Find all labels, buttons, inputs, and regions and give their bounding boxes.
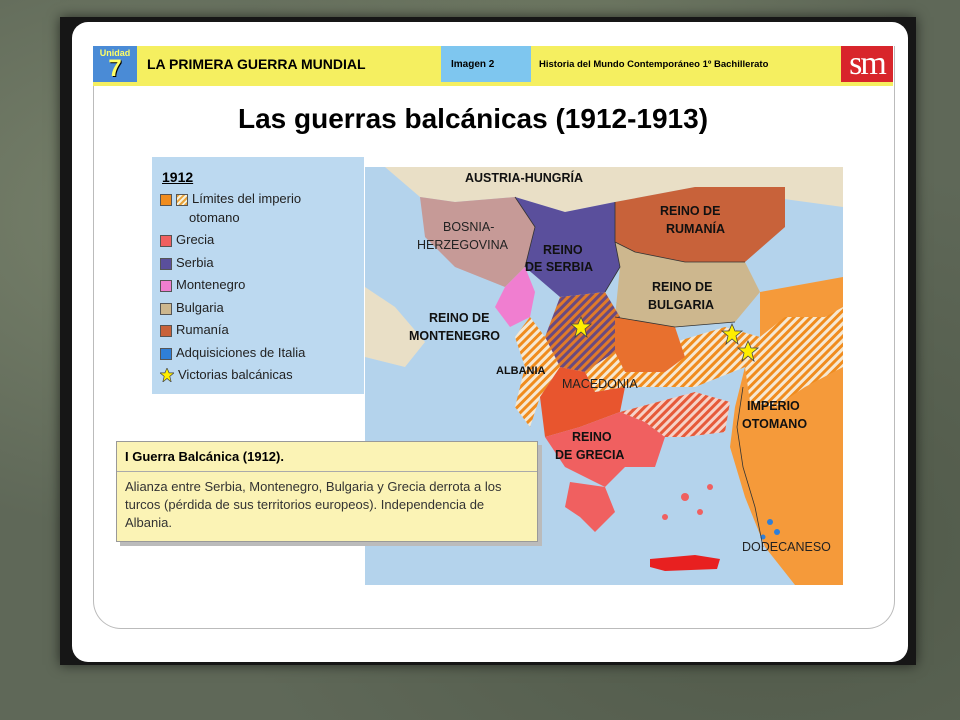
legend-swatch (160, 235, 172, 247)
legend-year: 1912 (162, 169, 194, 185)
label-montenegro-1: REINO DE (429, 311, 490, 325)
label-otomano-2: OTOMANO (742, 417, 808, 431)
legend-swatch-hatched (176, 194, 188, 206)
label-dodecaneso: DODECANESO (742, 540, 831, 554)
dodecanese-island (767, 519, 773, 525)
label-rumania-1: REINO DE (660, 204, 721, 218)
legend-swatch (160, 302, 172, 315)
publisher-logo: sm (841, 45, 893, 82)
label-otomano-1: IMPERIO (747, 399, 800, 413)
label-grecia-2: DE GRECIA (555, 448, 625, 462)
aegean-island (707, 484, 713, 490)
legend-item-grecia: Grecia (160, 229, 364, 252)
legend-item-serbia: Serbia (160, 252, 364, 275)
label-serbia-2: DE SERBIA (525, 260, 594, 274)
legend-item-montenegro: Montenegro (160, 274, 364, 297)
legend-item-rumania: Rumanía (160, 319, 364, 342)
map-legend: 1912 Límites del imperio otomano Grecia … (152, 157, 364, 394)
aegean-island (697, 509, 703, 515)
header-divider (93, 82, 893, 86)
label-bosnia-1: BOSNIA- (443, 220, 495, 234)
legend-label: Rumanía (176, 322, 229, 337)
legend-swatch (160, 280, 172, 292)
legend-label: Adquisiciones de Italia (176, 344, 306, 360)
legend-label: Victorias balcánicas (178, 367, 293, 382)
legend-item-bulgaria: Bulgaria (160, 297, 364, 320)
label-serbia-1: REINO (543, 243, 583, 257)
victory-star-icon (160, 368, 174, 382)
label-macedonia: MACEDONIA (562, 377, 638, 391)
legend-swatch (160, 347, 172, 360)
legend-item-victorias: Victorias balcánicas (160, 364, 364, 387)
label-rumania-2: RUMANÍA (666, 222, 726, 236)
image-label: Imagen 2 (441, 46, 531, 82)
label-grecia-1: REINO (572, 430, 612, 444)
page-title: Las guerras balcánicas (1912-1913) (237, 103, 709, 134)
unit-number: 7 (108, 55, 122, 82)
legend-swatch (160, 325, 172, 337)
legend-label: Grecia (176, 232, 215, 247)
label-bulgaria-2: BULGARIA (648, 298, 714, 312)
course-label: Historia del Mundo Contemporáneo 1º Bach… (531, 46, 841, 82)
info-title: I Guerra Balcánica (1912). (117, 442, 537, 472)
legend-item-italia: Adquisiciones de Italia (160, 342, 364, 365)
label-albania: ALBANIA (496, 365, 546, 377)
label-montenegro-2: MONTENEGRO (409, 329, 500, 343)
unit-title: LA PRIMERA GUERRA MUNDIAL (137, 46, 441, 82)
legend-label: Serbia (176, 254, 214, 270)
unit-badge: Unidad 7 (93, 46, 137, 82)
label-bosnia-2: HERZEGOVINA (417, 238, 508, 252)
legend-label: Montenegro (176, 277, 246, 292)
legend-label: Bulgaria (176, 299, 224, 315)
dodecanese-island (774, 529, 780, 535)
legend-swatch (160, 194, 172, 206)
info-body: Alianza entre Serbia, Montenegro, Bulgar… (125, 479, 502, 530)
aegean-island (662, 514, 668, 520)
label-bulgaria-1: REINO DE (652, 280, 713, 294)
legend-swatch (160, 257, 172, 270)
aegean-island (681, 493, 689, 501)
legend-label: otomano (189, 209, 240, 225)
info-box: I Guerra Balcánica (1912). Alianza entre… (116, 441, 538, 542)
label-austria-hungary: AUSTRIA-HUNGRÍA (465, 171, 584, 185)
